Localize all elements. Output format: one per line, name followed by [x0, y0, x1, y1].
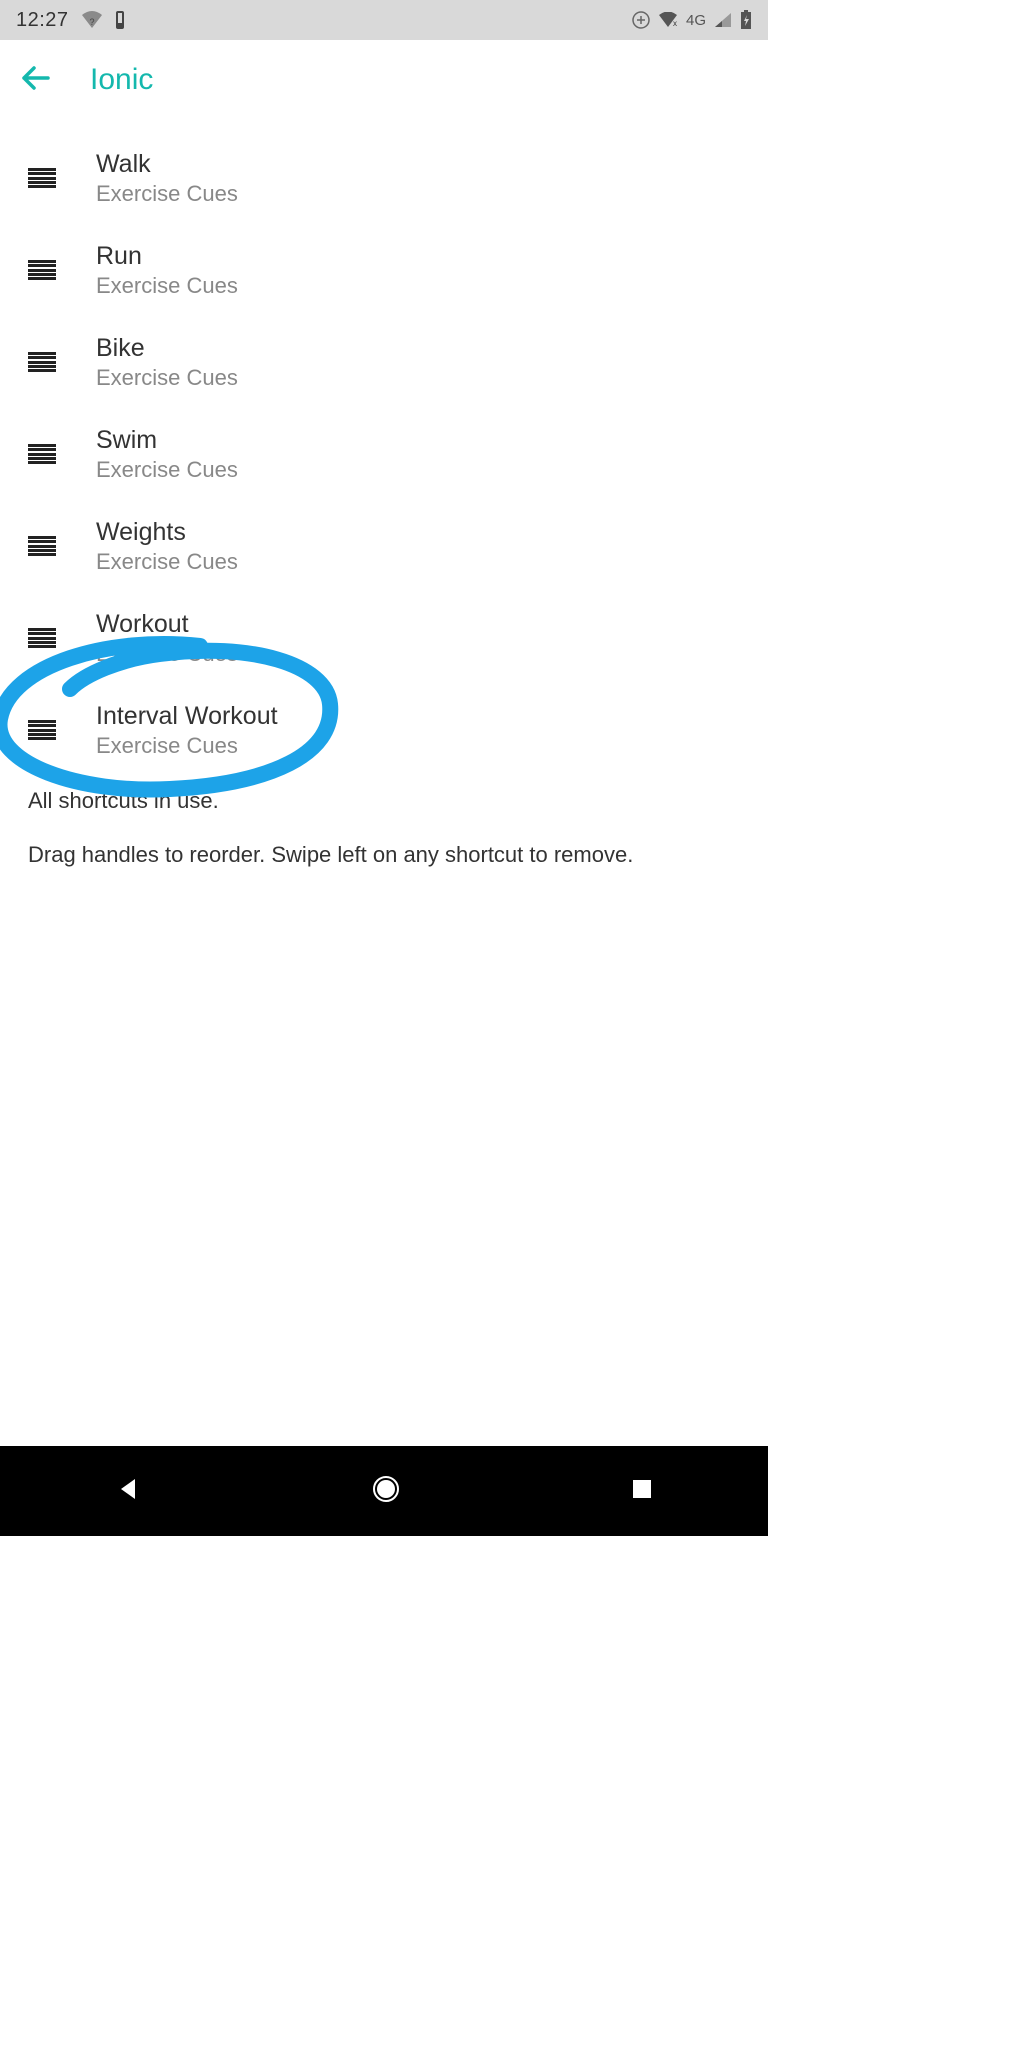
- exercise-row[interactable]: SwimExercise Cues: [0, 408, 768, 500]
- exercise-subtitle: Exercise Cues: [96, 273, 238, 299]
- reorder-instructions: Drag handles to reorder. Swipe left on a…: [28, 840, 740, 870]
- svg-text:?: ?: [89, 17, 94, 27]
- exercise-subtitle: Exercise Cues: [96, 733, 278, 759]
- page-title: Ionic: [90, 63, 153, 97]
- exercise-row[interactable]: BikeExercise Cues: [0, 316, 768, 408]
- exercise-title: Interval Workout: [96, 702, 278, 731]
- exercise-title: Swim: [96, 426, 238, 455]
- exercise-subtitle: Exercise Cues: [96, 457, 238, 483]
- footer-notes: All shortcuts in use. Drag handles to re…: [0, 776, 768, 869]
- exercise-text: RunExercise Cues: [96, 242, 238, 299]
- app-bar: Ionic: [0, 40, 768, 120]
- wifi-x-icon: x: [658, 12, 678, 28]
- status-bar: 12:27 ? x 4G: [0, 0, 768, 40]
- exercise-subtitle: Exercise Cues: [96, 549, 238, 575]
- exercise-title: Bike: [96, 334, 238, 363]
- drag-handle-icon[interactable]: [28, 352, 56, 372]
- battery-charging-icon: [740, 10, 752, 30]
- plus-circle-icon: [632, 11, 650, 29]
- exercise-row[interactable]: Interval WorkoutExercise Cues: [0, 684, 768, 776]
- signal-icon: [714, 12, 732, 28]
- exercise-text: WalkExercise Cues: [96, 150, 238, 207]
- exercise-text: BikeExercise Cues: [96, 334, 238, 391]
- drag-handle-icon[interactable]: [28, 444, 56, 464]
- exercise-row[interactable]: WorkoutExercise Cues: [0, 592, 768, 684]
- network-label: 4G: [686, 12, 706, 29]
- exercise-text: WeightsExercise Cues: [96, 518, 238, 575]
- exercise-title: Weights: [96, 518, 238, 547]
- shortcuts-status: All shortcuts in use.: [28, 786, 740, 816]
- android-nav-bar: [0, 1446, 768, 1536]
- exercise-list: WalkExercise CuesRunExercise CuesBikeExe…: [0, 120, 768, 776]
- nav-home-button[interactable]: [371, 1474, 401, 1509]
- nav-back-button[interactable]: [115, 1476, 141, 1507]
- device-icon: [115, 10, 125, 30]
- exercise-subtitle: Exercise Cues: [96, 365, 238, 391]
- status-time: 12:27: [16, 9, 69, 32]
- wifi-question-icon: ?: [81, 11, 103, 29]
- exercise-text: WorkoutExercise Cues: [96, 610, 238, 667]
- drag-handle-icon[interactable]: [28, 628, 56, 648]
- exercise-subtitle: Exercise Cues: [96, 641, 238, 667]
- nav-recent-button[interactable]: [631, 1478, 653, 1505]
- exercise-text: SwimExercise Cues: [96, 426, 238, 483]
- exercise-row[interactable]: RunExercise Cues: [0, 224, 768, 316]
- drag-handle-icon[interactable]: [28, 168, 56, 188]
- drag-handle-icon[interactable]: [28, 720, 56, 740]
- exercise-subtitle: Exercise Cues: [96, 181, 238, 207]
- drag-handle-icon[interactable]: [28, 536, 56, 556]
- svg-text:x: x: [673, 19, 677, 28]
- exercise-title: Run: [96, 242, 238, 271]
- drag-handle-icon[interactable]: [28, 260, 56, 280]
- back-button[interactable]: [20, 65, 50, 96]
- exercise-title: Workout: [96, 610, 238, 639]
- exercise-row[interactable]: WeightsExercise Cues: [0, 500, 768, 592]
- exercise-row[interactable]: WalkExercise Cues: [0, 132, 768, 224]
- exercise-title: Walk: [96, 150, 238, 179]
- exercise-text: Interval WorkoutExercise Cues: [96, 702, 278, 759]
